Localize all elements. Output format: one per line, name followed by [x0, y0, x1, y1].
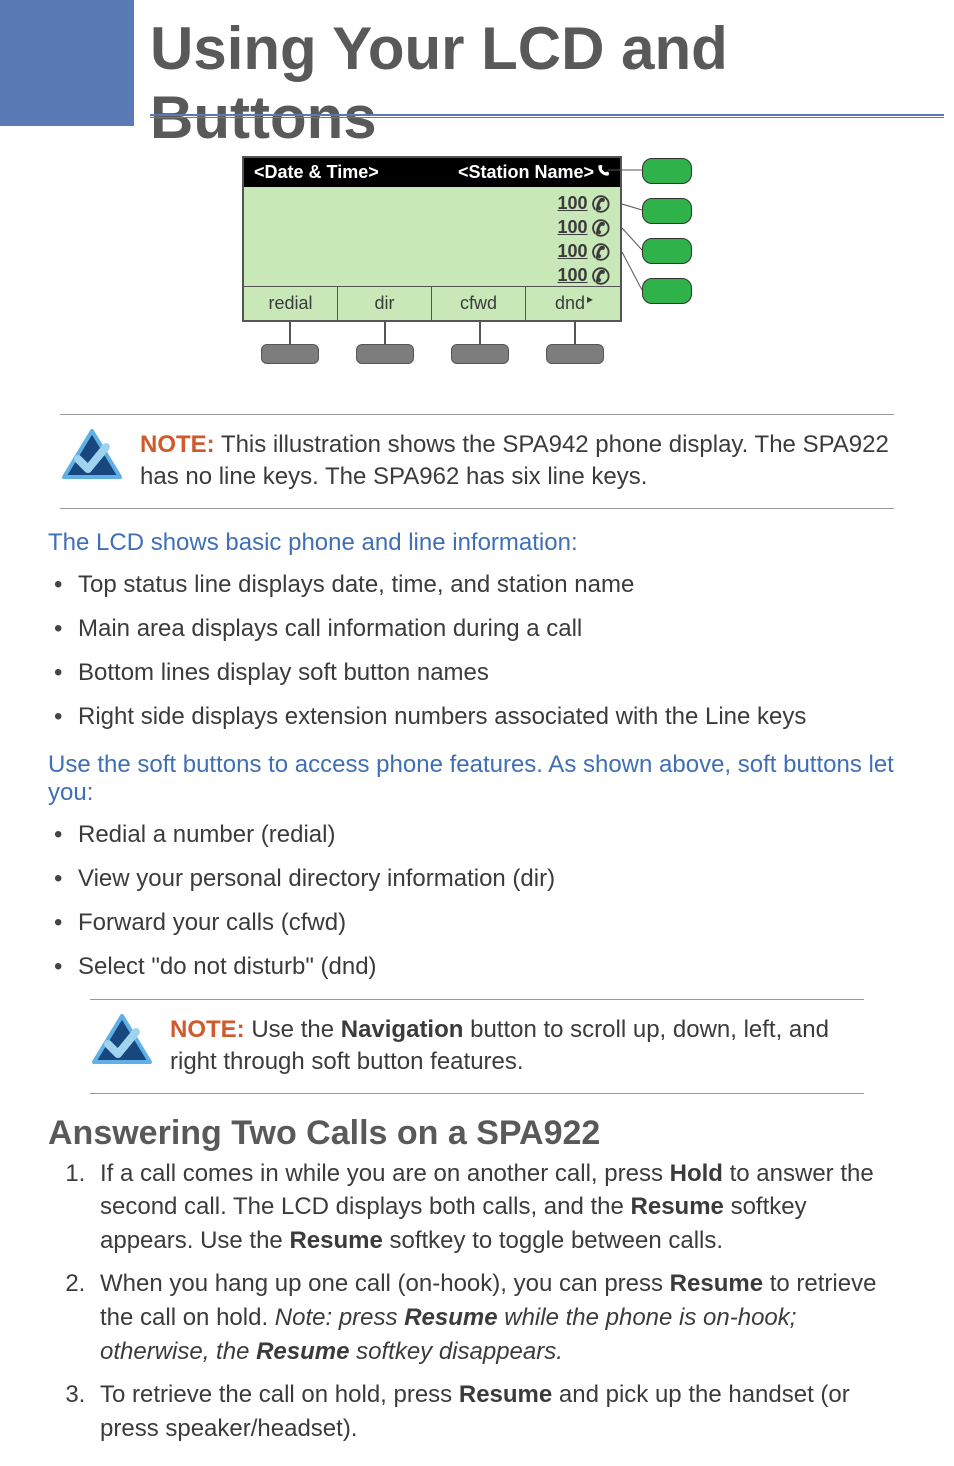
- steps-list: If a call comes in while you are on anot…: [48, 1157, 906, 1446]
- lcd-softkey-dir: dir: [338, 287, 432, 320]
- banner-rule: [150, 114, 944, 118]
- soft-button: [451, 344, 509, 364]
- soft-button: [356, 344, 414, 364]
- soft-button: [546, 344, 604, 364]
- lcd-ext-3: 100: [558, 239, 588, 263]
- lcd-screen: <Date & Time> <Station Name> 100✆ 100✆ 1…: [242, 156, 622, 322]
- page-banner: Using Your LCD and Buttons: [0, 0, 954, 126]
- note-body: This illustration shows the SPA942 phone…: [140, 431, 889, 490]
- lcd-softkey-cfwd: cfwd: [432, 287, 526, 320]
- list-item: Main area displays call information duri…: [48, 611, 906, 647]
- lcd-date-time: <Date & Time>: [254, 162, 379, 183]
- soft-button-row: [242, 322, 622, 364]
- step-1: If a call comes in while you are on anot…: [92, 1157, 906, 1258]
- note-body-bold: Navigation: [341, 1016, 464, 1043]
- lcd-ext-2: 100: [558, 215, 588, 239]
- lcd-softkey-row: redial dir cfwd dnd▸: [244, 287, 620, 320]
- note-text: NOTE: This illustration shows the SPA942…: [140, 429, 894, 494]
- lcd-ext-1: 100: [558, 191, 588, 215]
- note-text: NOTE: Use the Navigation button to scrol…: [170, 1014, 864, 1079]
- note-block-1: NOTE: This illustration shows the SPA942…: [60, 414, 894, 509]
- line-key-2: [642, 198, 692, 224]
- note-label: NOTE:: [170, 1016, 245, 1043]
- bullet-list-a: Top status line displays date, time, and…: [48, 567, 906, 735]
- page-title: Using Your LCD and Buttons: [150, 14, 954, 152]
- bullet-list-b: Redial a number (redial) View your perso…: [48, 817, 906, 985]
- line-key-3: [642, 238, 692, 264]
- list-item: Forward your calls (cfwd): [48, 905, 906, 941]
- list-item: Select "do not disturb" (dnd): [48, 949, 906, 985]
- subheading-soft-buttons: Use the soft buttons to access phone fea…: [48, 751, 906, 807]
- list-item: View your personal directory information…: [48, 861, 906, 897]
- banner-color-tab: [0, 0, 134, 126]
- note-block-2: NOTE: Use the Navigation button to scrol…: [90, 999, 864, 1094]
- note-body-pre: Use the: [251, 1016, 340, 1043]
- line-keys: [642, 158, 692, 318]
- lcd-softkey-redial: redial: [244, 287, 338, 320]
- lcd-status-bar: <Date & Time> <Station Name>: [244, 158, 620, 187]
- lcd-station-name: <Station Name>: [458, 162, 594, 183]
- section-heading-answering: Answering Two Calls on a SPA922: [48, 1114, 906, 1153]
- lcd-main-area: 100✆ 100✆ 100✆ 100✆: [244, 187, 620, 287]
- line-key-4: [642, 278, 692, 304]
- checkmark-icon: [60, 429, 124, 493]
- note-label: NOTE:: [140, 431, 215, 458]
- line-key-1: [642, 158, 692, 184]
- list-item: Redial a number (redial): [48, 817, 906, 853]
- step-2: When you hang up one call (on-hook), you…: [92, 1267, 906, 1368]
- checkmark-icon: [90, 1014, 154, 1078]
- soft-button: [261, 344, 319, 364]
- lcd-illustration: <Date & Time> <Station Name> 100✆ 100✆ 1…: [242, 156, 712, 396]
- list-item: Bottom lines display soft button names: [48, 655, 906, 691]
- list-item: Right side displays extension numbers as…: [48, 699, 906, 735]
- subheading-lcd-info: The LCD shows basic phone and line infor…: [48, 529, 906, 557]
- step-3: To retrieve the call on hold, press Resu…: [92, 1378, 906, 1445]
- lcd-ext-4: 100: [558, 263, 588, 287]
- list-item: Top status line displays date, time, and…: [48, 567, 906, 603]
